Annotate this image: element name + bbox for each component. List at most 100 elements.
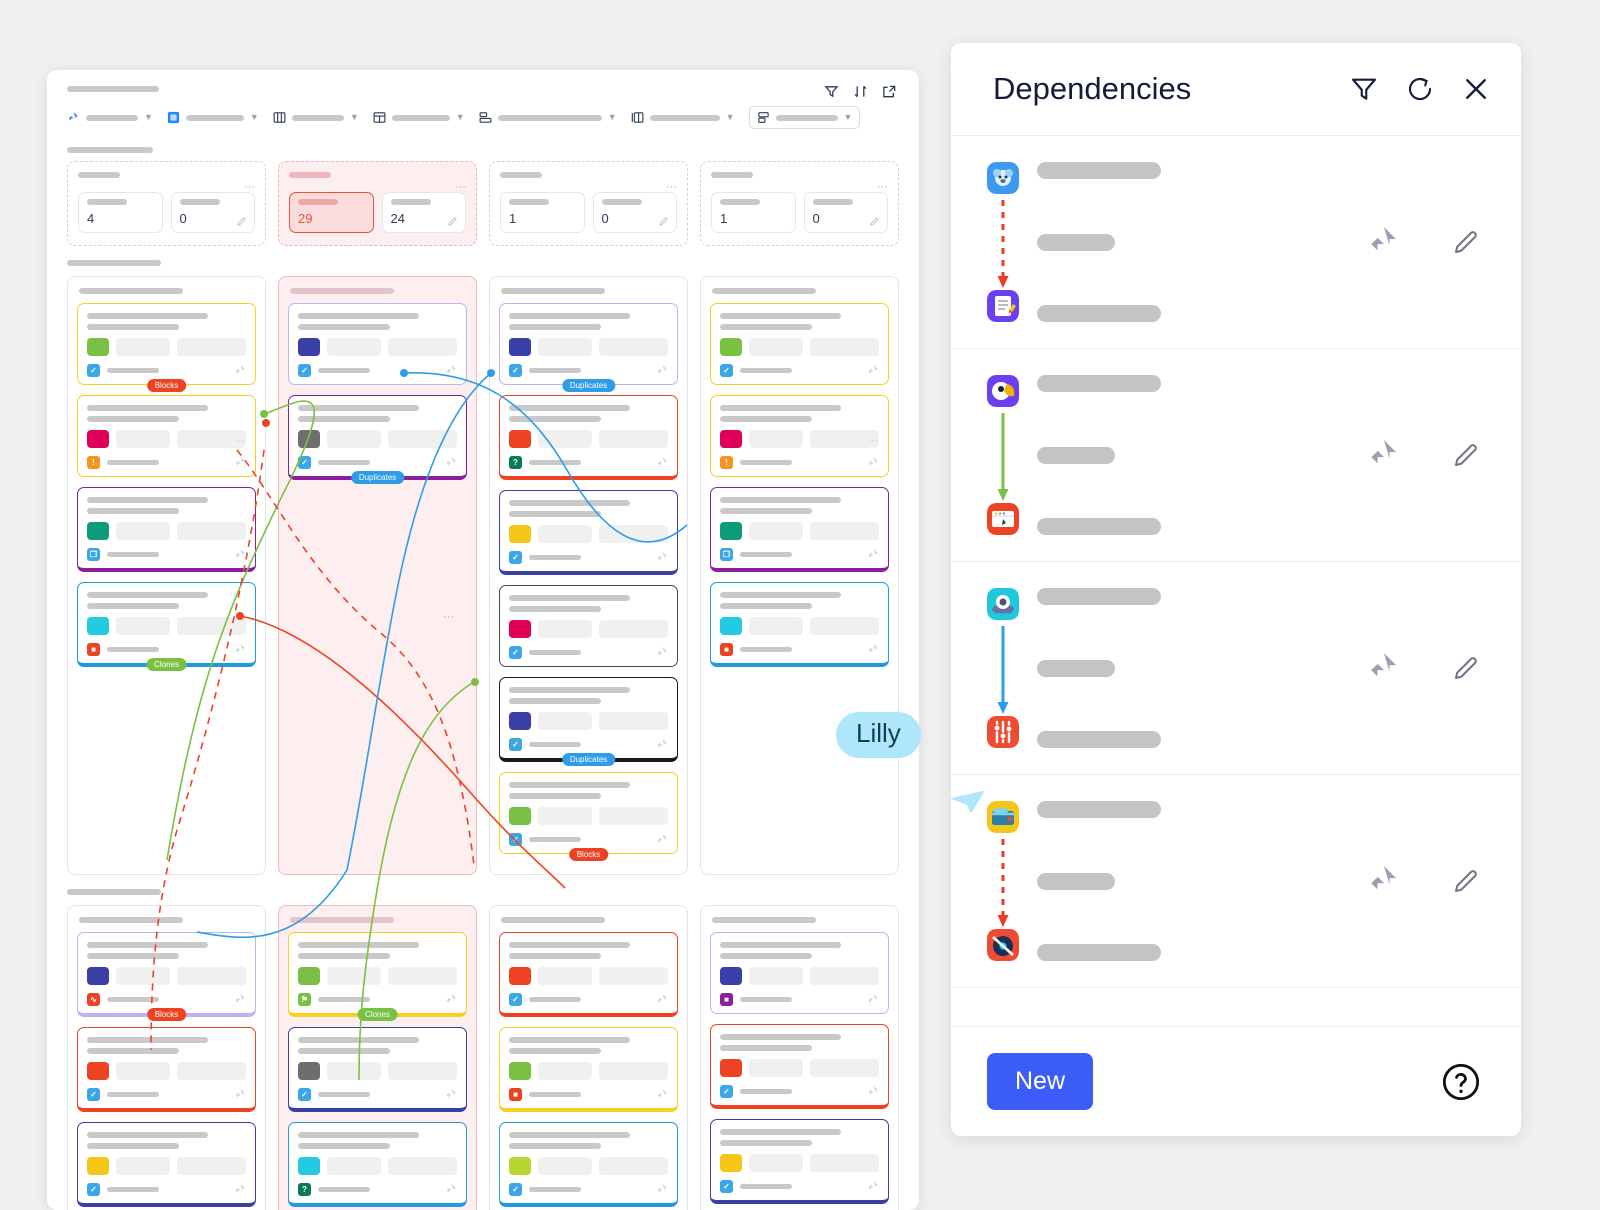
relationship-badge-blocks[interactable]: Blocks — [146, 1008, 187, 1021]
column-menu-icon[interactable]: ⋯ — [443, 610, 455, 623]
relationship-badge-blocks[interactable]: Blocks — [146, 379, 187, 392]
issue-card[interactable]: ✓ — [288, 1027, 467, 1112]
issue-card[interactable]: ✓ Blocks — [77, 303, 256, 392]
toolbar-dropdown-0[interactable]: ▼ — [67, 111, 153, 124]
issue-card[interactable]: ? — [288, 1122, 467, 1207]
issue-card[interactable]: ✓ — [77, 1122, 256, 1207]
toolbar-dropdown-5[interactable]: ▼ — [631, 111, 735, 124]
card-subtitle-placeholder — [87, 1048, 180, 1054]
edit-pencil-icon[interactable] — [869, 214, 880, 226]
issue-card[interactable]: ✓ Duplicates — [499, 303, 678, 392]
new-dependency-button[interactable]: New — [987, 1053, 1094, 1110]
dependency-row[interactable] — [951, 562, 1521, 775]
toolbar-dropdown-1[interactable]: ▼ — [167, 111, 259, 124]
edit-pencil-icon[interactable] — [658, 214, 669, 226]
issue-card[interactable]: ■ — [710, 932, 889, 1014]
jira-icon[interactable] — [1367, 864, 1401, 898]
filter-icon[interactable] — [824, 84, 839, 99]
toolbar-view-selector[interactable]: ▼ — [748, 106, 861, 129]
close-icon[interactable] — [1461, 74, 1491, 104]
card-status-icon: ✓ — [298, 364, 311, 377]
issue-card[interactable]: ? — [499, 395, 678, 480]
issue-card[interactable]: ✓ — [499, 1122, 678, 1207]
issue-card[interactable]: ✓ — [288, 303, 467, 385]
refresh-icon[interactable] — [1405, 74, 1435, 104]
issue-card[interactable]: ✓ — [710, 1119, 889, 1204]
stat-box-1-0[interactable]: 29 — [289, 192, 374, 233]
vinyl-app-icon[interactable] — [987, 929, 1019, 961]
card-title-placeholder — [87, 405, 208, 411]
edit-pencil-icon[interactable] — [1451, 440, 1481, 470]
relationship-badge-dups[interactable]: Duplicates — [561, 753, 616, 766]
issue-card[interactable]: ✓ — [499, 490, 678, 575]
issue-card[interactable]: ∿ Blocks — [77, 932, 256, 1021]
stat-box-1-1[interactable]: 24 — [381, 192, 466, 233]
filter-icon[interactable] — [1349, 74, 1379, 104]
card-title-placeholder — [720, 497, 841, 503]
issue-card[interactable]: ■ — [710, 582, 889, 667]
issue-card[interactable]: ✓ — [499, 585, 678, 667]
issue-card[interactable]: ■ — [499, 1027, 678, 1112]
card-footer-placeholder — [529, 1092, 581, 1097]
card-status-icon: ✓ — [509, 364, 522, 377]
stat-card-3[interactable]: ⋯ 1 0 — [700, 161, 899, 246]
card-footer-placeholder — [318, 1187, 370, 1192]
edit-pencil-icon[interactable] — [236, 214, 247, 226]
edit-pencil-icon[interactable] — [447, 214, 458, 226]
sort-icon[interactable] — [853, 84, 868, 99]
stat-box-3-1[interactable]: 0 — [803, 192, 888, 233]
sliders-app-icon[interactable] — [987, 716, 1019, 748]
issue-card[interactable]: ■ Clones — [77, 582, 256, 671]
stat-card-menu-icon[interactable]: ⋯ — [877, 182, 889, 193]
issue-card[interactable]: ! ⋯ — [710, 395, 889, 477]
jira-icon[interactable] — [1367, 225, 1401, 259]
relationship-badge-dups[interactable]: Duplicates — [350, 471, 405, 484]
expand-icon[interactable] — [882, 84, 897, 99]
dependency-row[interactable] — [951, 775, 1521, 988]
dependency-row[interactable] — [951, 136, 1521, 349]
edit-pencil-icon[interactable] — [1451, 227, 1481, 257]
stat-card-menu-icon[interactable]: ⋯ — [455, 182, 467, 193]
issue-card[interactable]: ✓ Duplicates — [288, 395, 467, 484]
issue-card[interactable]: ⚑ Clones — [288, 932, 467, 1021]
card-meta-chip — [599, 1157, 668, 1175]
issue-card[interactable]: ❐ — [710, 487, 889, 572]
stat-card-2[interactable]: ⋯ 1 0 — [489, 161, 688, 246]
relationship-badge-clones[interactable]: Clones — [357, 1008, 398, 1021]
dependency-row[interactable] — [951, 349, 1521, 562]
stat-card-menu-icon[interactable]: ⋯ — [666, 182, 678, 193]
toolbar-dropdown-3[interactable]: ▼ — [373, 111, 465, 124]
issue-card[interactable]: ✓ — [499, 932, 678, 1017]
card-menu-icon[interactable]: ⋯ — [868, 436, 879, 447]
card-meta-chip — [116, 430, 171, 448]
toolbar-dropdown-4[interactable]: ▼ — [479, 111, 617, 124]
issue-card[interactable]: ! ⋯ — [77, 395, 256, 477]
issue-card[interactable]: ✓ — [710, 303, 889, 385]
stat-box-0-1[interactable]: 0 — [170, 192, 255, 233]
relationship-badge-blocks[interactable]: Blocks — [568, 848, 609, 861]
jira-icon[interactable] — [1367, 438, 1401, 472]
stat-box-2-1[interactable]: 0 — [592, 192, 677, 233]
issue-card[interactable]: ✓ — [710, 1024, 889, 1109]
issue-card[interactable]: ❐ — [77, 487, 256, 572]
stat-box-2-0[interactable]: 1 — [500, 192, 585, 233]
issue-card[interactable]: ✓ Duplicates — [499, 677, 678, 766]
jira-icon[interactable] — [1367, 651, 1401, 685]
stat-card-1[interactable]: ⋯ 29 24 — [278, 161, 477, 246]
stat-box-3-0[interactable]: 1 — [711, 192, 796, 233]
edit-pencil-icon[interactable] — [1451, 653, 1481, 683]
issue-card[interactable]: ✓ — [77, 1027, 256, 1112]
edit-pencil-icon[interactable] — [1451, 866, 1481, 896]
relationship-badge-clones[interactable]: Clones — [146, 658, 187, 671]
toolbar-dropdown-2[interactable]: ▼ — [273, 111, 359, 124]
help-icon[interactable] — [1441, 1062, 1481, 1102]
stat-box-0-0[interactable]: 4 — [78, 192, 163, 233]
stat-card-0[interactable]: ⋯ 4 0 — [67, 161, 266, 246]
notepad-app-icon[interactable] — [987, 290, 1019, 322]
relationship-badge-dups[interactable]: Duplicates — [561, 379, 616, 392]
toolbar-filters: ▼ ▼ ▼ ▼ ▼ ▼ ▼ — [67, 106, 899, 129]
browser-app-icon[interactable] — [987, 503, 1019, 535]
stat-card-menu-icon[interactable]: ⋯ — [244, 182, 256, 193]
issue-card[interactable]: ✓ Blocks — [499, 772, 678, 861]
card-menu-icon[interactable]: ⋯ — [235, 436, 246, 447]
